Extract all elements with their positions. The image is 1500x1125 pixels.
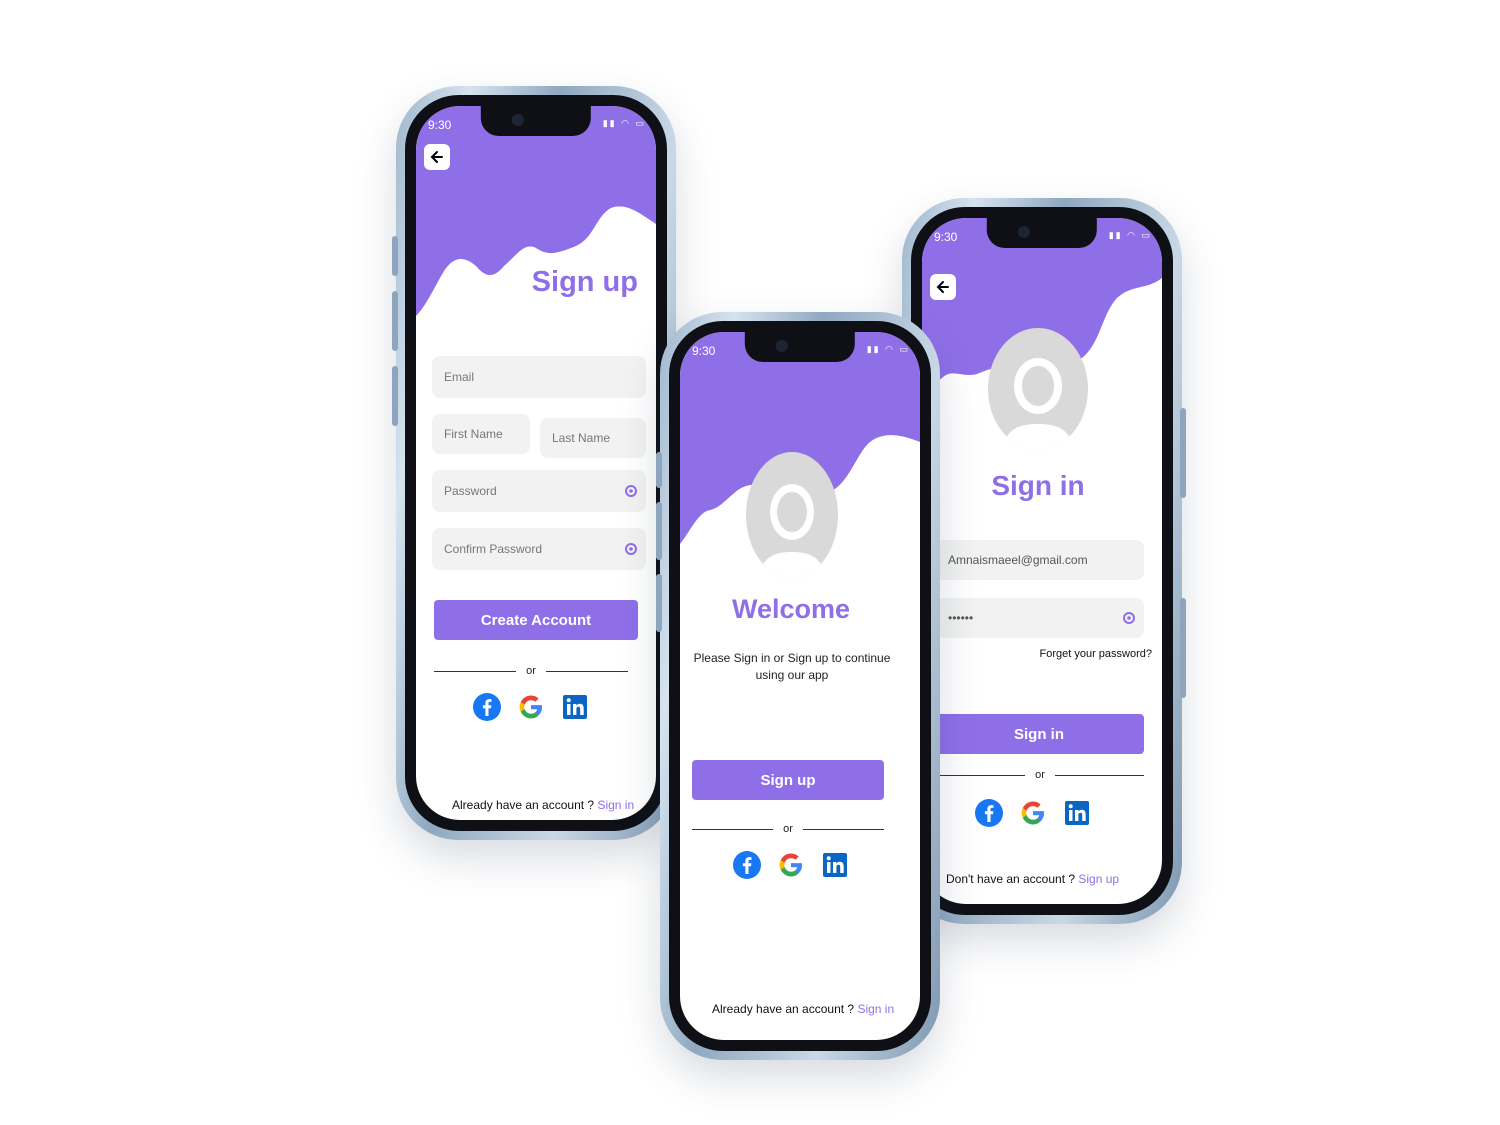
first-name-field[interactable]: First Name (432, 414, 530, 454)
page-title: Welcome (731, 594, 851, 624)
arrow-left-icon (936, 281, 949, 293)
or-label: or (783, 823, 793, 835)
arrow-left-icon (430, 151, 443, 163)
back-button[interactable] (930, 274, 956, 300)
status-icons: ▮▮ ◠ ▭ (602, 118, 646, 128)
eye-icon[interactable] (624, 542, 638, 556)
signup-link[interactable]: Sign up (1078, 872, 1119, 886)
phone-welcome: 9:30 ▮▮ ◠ ▭ Welcome Please Sign in or Si… (656, 312, 940, 1060)
phone-signin: 9:30 ▮▮ ◠ ▭ Sign in Amnaismaeel@gmail.co… (902, 198, 1186, 924)
confirm-password-placeholder: Confirm Password (444, 542, 543, 556)
linkedin-icon[interactable] (1062, 798, 1092, 828)
back-button[interactable] (424, 144, 450, 170)
signin-prompt: Already have an account ? Sign in (712, 1002, 894, 1016)
signup-button[interactable]: Sign up (692, 760, 884, 800)
page-title: Sign in (991, 470, 1085, 501)
password-field[interactable]: •••••• (936, 598, 1144, 638)
status-time: 9:30 (934, 230, 958, 244)
password-value: •••••• (948, 611, 974, 625)
signin-button[interactable]: Sign in (934, 714, 1144, 754)
signin-screen: 9:30 ▮▮ ◠ ▭ Sign in Amnaismaeel@gmail.co… (922, 218, 1162, 904)
eye-icon[interactable] (1122, 611, 1136, 625)
user-icon (1002, 358, 1074, 450)
facebook-icon[interactable] (974, 798, 1004, 828)
signup-screen: 9:30 ▮▮ ◠ ▭ Sign up Email First Name Las… (416, 106, 656, 820)
footer-text: Already have an account ? (712, 1002, 855, 1016)
or-divider: or (692, 822, 884, 836)
status-time: 9:30 (692, 344, 716, 358)
facebook-icon[interactable] (472, 692, 502, 722)
avatar (746, 452, 838, 578)
user-icon (758, 484, 826, 578)
social-login-row (472, 692, 590, 722)
password-placeholder: Password (444, 484, 497, 498)
status-icons: ▮▮ ◠ ▭ (1108, 230, 1152, 240)
google-icon[interactable] (1018, 798, 1048, 828)
email-field[interactable]: Amnaismaeel@gmail.com (936, 540, 1144, 580)
or-label: or (526, 665, 536, 677)
email-value: Amnaismaeel@gmail.com (948, 553, 1088, 567)
eye-icon[interactable] (624, 484, 638, 498)
signin-link[interactable]: Sign in (597, 798, 634, 812)
social-login-row (732, 850, 850, 880)
confirm-password-field[interactable]: Confirm Password (432, 528, 646, 570)
welcome-screen: 9:30 ▮▮ ◠ ▭ Welcome Please Sign in or Si… (680, 332, 920, 1040)
signin-prompt: Already have an account ? Sign in (452, 798, 634, 812)
google-icon[interactable] (516, 692, 546, 722)
linkedin-icon[interactable] (820, 850, 850, 880)
status-icons: ▮▮ ◠ ▭ (866, 344, 910, 354)
first-name-placeholder: First Name (444, 427, 503, 441)
google-icon[interactable] (776, 850, 806, 880)
subtitle-line-1: Please Sign in or Sign up to continue (693, 651, 891, 665)
footer-text: Don't have an account ? (946, 872, 1076, 886)
footer-text: Already have an account ? (452, 798, 595, 812)
password-field[interactable]: Password (432, 470, 646, 512)
facebook-icon[interactable] (732, 850, 762, 880)
or-divider: or (434, 664, 628, 678)
create-account-button[interactable]: Create Account (434, 600, 638, 640)
or-divider: or (936, 768, 1144, 782)
email-field[interactable]: Email (432, 356, 646, 398)
page-title: Sign up (531, 266, 638, 298)
signup-prompt: Don't have an account ? Sign up (946, 872, 1119, 886)
last-name-field[interactable]: Last Name (540, 418, 646, 458)
welcome-subtitle: Please Sign in or Sign up to continue us… (690, 650, 894, 684)
forgot-password-link[interactable]: Forget your password? (1040, 648, 1153, 660)
subtitle-line-2: using our app (755, 668, 829, 682)
phone-signup: 9:30 ▮▮ ◠ ▭ Sign up Email First Name Las… (392, 86, 676, 840)
avatar (988, 328, 1088, 450)
signin-link[interactable]: Sign in (857, 1002, 894, 1016)
or-label: or (1035, 769, 1045, 781)
email-placeholder: Email (444, 370, 475, 384)
linkedin-icon[interactable] (560, 692, 590, 722)
social-login-row (974, 798, 1092, 828)
last-name-placeholder: Last Name (552, 431, 611, 445)
status-time: 9:30 (428, 118, 452, 132)
